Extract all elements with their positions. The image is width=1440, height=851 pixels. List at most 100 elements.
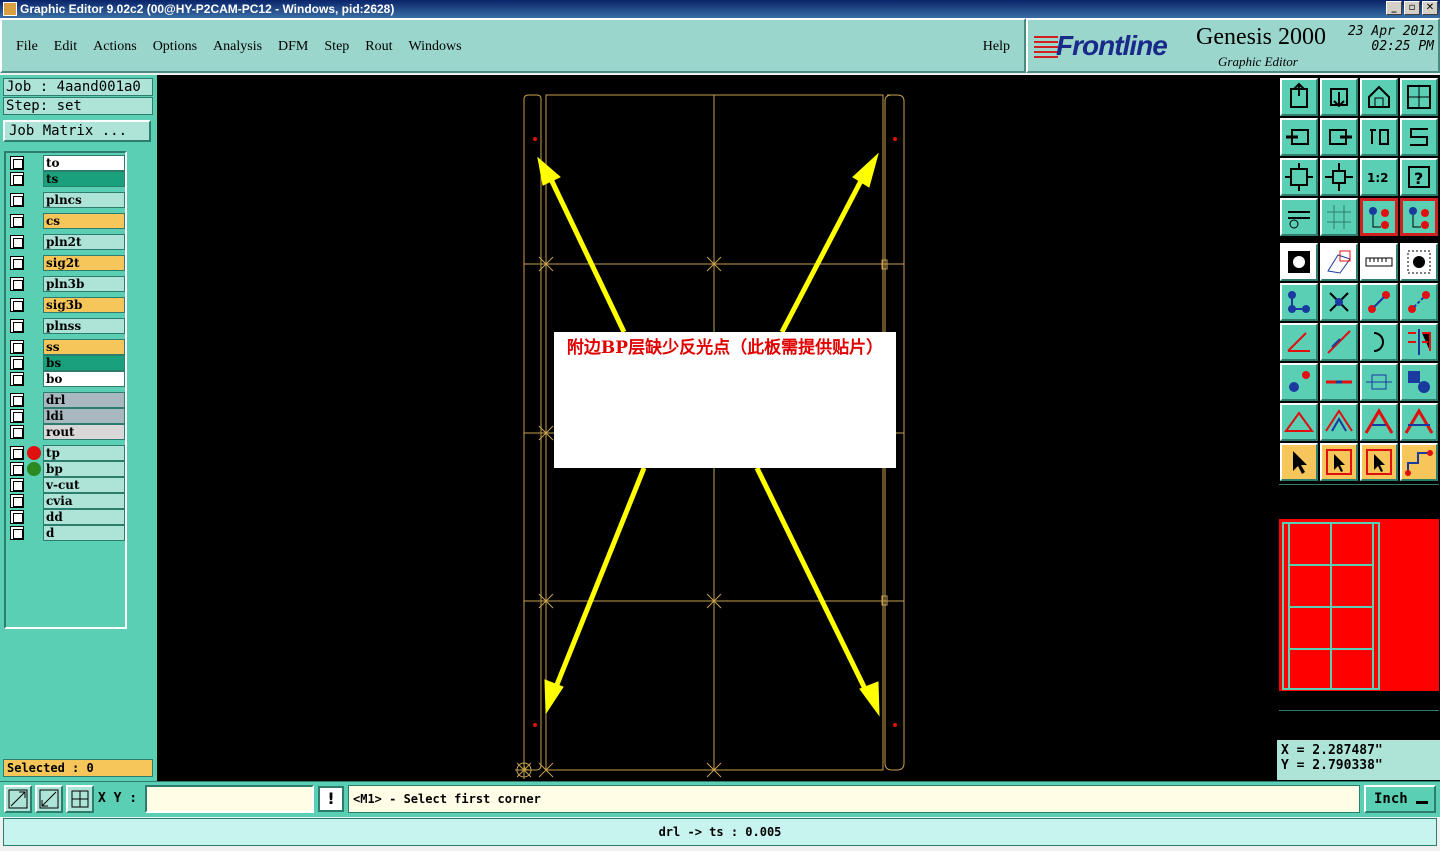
line-tool-button[interactable] bbox=[1320, 323, 1358, 361]
fill-tool-button[interactable] bbox=[1400, 403, 1438, 441]
layer-checkbox[interactable] bbox=[10, 298, 24, 312]
split-line-tool-button[interactable] bbox=[1320, 363, 1358, 401]
measure-tool-button[interactable] bbox=[1360, 243, 1398, 281]
layer-name[interactable]: cs bbox=[43, 213, 125, 229]
execute-button[interactable]: ! bbox=[318, 786, 344, 812]
menu-rout[interactable]: Rout bbox=[365, 39, 392, 55]
export-tool-button[interactable] bbox=[1320, 118, 1358, 156]
graphic-canvas[interactable]: 附边BP层缺少反光点（此板需提供贴片） bbox=[157, 75, 1277, 781]
layer-name[interactable]: v-cut bbox=[43, 477, 125, 493]
angle-tool-button[interactable] bbox=[1280, 323, 1318, 361]
resize-tool-button[interactable] bbox=[1360, 363, 1398, 401]
save-tool-button[interactable] bbox=[1320, 78, 1358, 116]
display-outline-tool-button[interactable] bbox=[1320, 243, 1358, 281]
job-matrix-button[interactable]: Job Matrix ... bbox=[3, 120, 151, 142]
menu-edit[interactable]: Edit bbox=[54, 39, 77, 55]
grid-tool-button[interactable] bbox=[1320, 198, 1358, 236]
layer-checkbox[interactable] bbox=[10, 462, 24, 476]
tool-settings-button[interactable] bbox=[1280, 198, 1318, 236]
layer-name[interactable]: cvia bbox=[43, 493, 125, 509]
layer-name[interactable]: sig2t bbox=[43, 255, 125, 271]
layer-checkbox[interactable] bbox=[10, 478, 24, 492]
layer-row-dd[interactable]: dd bbox=[8, 509, 125, 525]
zoom-home-tool-button[interactable] bbox=[1320, 158, 1358, 196]
open-job-tool-button[interactable] bbox=[1280, 78, 1318, 116]
layer-row-ldi[interactable]: ldi bbox=[8, 408, 125, 424]
select-net-tool-button[interactable] bbox=[1360, 443, 1398, 481]
zoom-fit-tool-button[interactable] bbox=[1280, 158, 1318, 196]
layer-name[interactable]: pln3b bbox=[43, 276, 125, 292]
layer-checkbox[interactable] bbox=[10, 409, 24, 423]
contour-tool-button[interactable] bbox=[1360, 403, 1398, 441]
close-button[interactable]: ✕ bbox=[1422, 1, 1438, 15]
delete-tool-button[interactable] bbox=[1320, 283, 1358, 321]
menu-help[interactable]: Help bbox=[983, 39, 1010, 55]
layer-row-bp[interactable]: bp bbox=[8, 461, 125, 477]
layer-row-to[interactable]: to bbox=[8, 155, 125, 171]
mirror-tool-button[interactable] bbox=[1400, 323, 1438, 361]
layer-row-ts[interactable]: ts bbox=[8, 171, 125, 187]
layer-name[interactable]: bo bbox=[43, 371, 125, 387]
select-pad-tool-button[interactable] bbox=[1400, 243, 1438, 281]
layer-checkbox[interactable] bbox=[10, 393, 24, 407]
help-tool-button[interactable]: ? bbox=[1400, 158, 1438, 196]
layer-checkbox[interactable] bbox=[10, 446, 24, 460]
layer-checkbox[interactable] bbox=[10, 526, 24, 540]
measure-icon[interactable] bbox=[35, 785, 63, 813]
import-tool-button[interactable] bbox=[1280, 118, 1318, 156]
layer-name[interactable]: sig3b bbox=[43, 297, 125, 313]
minimize-button[interactable]: _ bbox=[1386, 1, 1402, 15]
maximize-button[interactable]: ▫ bbox=[1404, 1, 1420, 15]
menu-file[interactable]: File bbox=[16, 39, 38, 55]
copy-tool-button[interactable] bbox=[1400, 283, 1438, 321]
unit-select[interactable]: Inch bbox=[1364, 785, 1436, 813]
overview-map[interactable] bbox=[1279, 484, 1439, 734]
menu-options[interactable]: Options bbox=[153, 39, 197, 55]
layer-name[interactable]: dd bbox=[43, 509, 125, 525]
layer-row-pln3b[interactable]: pln3b bbox=[8, 276, 125, 292]
layer-checkbox[interactable] bbox=[10, 340, 24, 354]
layer-row-pln2t[interactable]: pln2t bbox=[8, 234, 125, 250]
layer-row-rout[interactable]: rout bbox=[8, 424, 125, 440]
layer-name[interactable]: pln2t bbox=[43, 234, 125, 250]
layer-checkbox[interactable] bbox=[10, 277, 24, 291]
layer-checkbox[interactable] bbox=[10, 214, 24, 228]
layer-name[interactable]: plncs bbox=[43, 192, 125, 208]
layer-row-plncs[interactable]: plncs bbox=[8, 192, 125, 208]
menu-step[interactable]: Step bbox=[324, 39, 349, 55]
layer-checkbox[interactable] bbox=[10, 172, 24, 186]
grid-icon[interactable] bbox=[66, 785, 94, 813]
layer-checkbox[interactable] bbox=[10, 156, 24, 170]
display-fill-tool-button[interactable] bbox=[1280, 243, 1318, 281]
home-tool-button[interactable] bbox=[1360, 78, 1398, 116]
layer-row-bo[interactable]: bo bbox=[8, 371, 125, 387]
layer-row-bs[interactable]: bs bbox=[8, 355, 125, 371]
arc-tool-button[interactable] bbox=[1360, 323, 1398, 361]
zoom-area-icon[interactable] bbox=[4, 785, 32, 813]
xy-input[interactable] bbox=[145, 785, 314, 813]
menu-actions[interactable]: Actions bbox=[93, 39, 137, 55]
layer-checkbox[interactable] bbox=[10, 372, 24, 386]
layer-name[interactable]: plnss bbox=[43, 318, 125, 334]
layer-name[interactable]: ldi bbox=[43, 408, 125, 424]
layer-row-ss[interactable]: ss bbox=[8, 339, 125, 355]
layer-row-drl[interactable]: drl bbox=[8, 392, 125, 408]
layer-checkbox[interactable] bbox=[10, 425, 24, 439]
layer-row-d[interactable]: d bbox=[8, 525, 125, 541]
layer-checkbox[interactable] bbox=[10, 235, 24, 249]
select-box-tool-button[interactable] bbox=[1320, 443, 1358, 481]
redraw-tool-button[interactable] bbox=[1400, 118, 1438, 156]
scale-1-2-tool-button[interactable]: 1:2 bbox=[1360, 158, 1398, 196]
menu-analysis[interactable]: Analysis bbox=[213, 39, 262, 55]
layer-name[interactable]: ss bbox=[43, 339, 125, 355]
connect-tool-button[interactable] bbox=[1280, 283, 1318, 321]
surface-tool-button[interactable] bbox=[1320, 403, 1358, 441]
menu-dfm[interactable]: DFM bbox=[278, 39, 308, 55]
layer-row-plnss[interactable]: plnss bbox=[8, 318, 125, 334]
layer-name[interactable]: to bbox=[43, 155, 125, 171]
select-route-tool-button[interactable] bbox=[1400, 443, 1438, 481]
layer-checkbox[interactable] bbox=[10, 193, 24, 207]
layer-name[interactable]: d bbox=[43, 525, 125, 541]
layer-row-cvia[interactable]: cvia bbox=[8, 493, 125, 509]
pointer-tool-button[interactable] bbox=[1280, 443, 1318, 481]
